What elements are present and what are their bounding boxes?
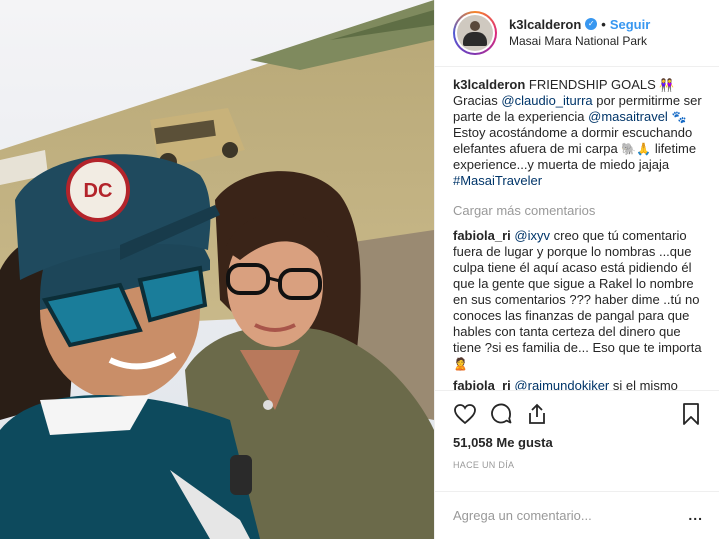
caption-comment: k3lcalderon FRIENDSHIP GOALS 👭 Gracias @… xyxy=(453,77,703,189)
more-options-icon[interactable]: ... xyxy=(688,507,703,523)
share-icon[interactable] xyxy=(525,402,549,426)
post-timestamp[interactable]: HACE UN DÍA xyxy=(453,460,703,470)
profile-picture xyxy=(457,14,493,51)
cap-logo: DC xyxy=(84,180,113,202)
header-text: k3lcalderon ✓ • Seguir Masai Mara Nation… xyxy=(509,16,650,50)
comment-text: creo que tú comentario fuera de lugar y … xyxy=(453,227,702,355)
separator-dot: • xyxy=(601,16,606,32)
girls-emoji-icon: 👭 xyxy=(659,77,675,92)
add-comment-bar: ... xyxy=(435,490,719,539)
heart-icon[interactable] xyxy=(453,402,477,426)
mention-link[interactable]: @ixyv xyxy=(514,228,550,243)
hashtag-link[interactable]: #MasaiTraveler xyxy=(453,173,542,188)
comment-username[interactable]: k3lcalderon xyxy=(453,77,525,92)
verified-badge-icon: ✓ xyxy=(585,18,598,31)
comment-icon[interactable] xyxy=(489,402,513,426)
post-actions: 51,058 Me gusta HACE UN DÍA xyxy=(435,390,719,491)
mention-link[interactable]: @claudio_iturra xyxy=(501,93,592,108)
elephant-pray-emoji-icon: 🐘🙏 xyxy=(621,141,652,156)
comments-list: k3lcalderon FRIENDSHIP GOALS 👭 Gracias @… xyxy=(435,67,719,391)
location-link[interactable]: Masai Mara National Park xyxy=(509,33,650,50)
comment-input[interactable] xyxy=(453,507,689,523)
person-pouting-emoji-icon: 🙎 xyxy=(453,356,468,371)
mention-link[interactable]: @masaitravel xyxy=(588,109,668,124)
comment-item: fabiola_ri @raimundokiker si el mismo ex… xyxy=(453,378,703,391)
comment-item: fabiola_ri @ixyv creo que tú comentario … xyxy=(453,228,703,372)
mention-link[interactable]: @raimundokiker xyxy=(514,378,609,391)
likes-count[interactable]: 51,058 Me gusta xyxy=(453,435,703,450)
comment-username[interactable]: fabiola_ri xyxy=(453,228,511,243)
username-link[interactable]: k3lcalderon xyxy=(509,16,581,33)
post-header: k3lcalderon ✓ • Seguir Masai Mara Nation… xyxy=(435,0,719,67)
bookmark-icon[interactable] xyxy=(679,402,703,426)
paw-emoji-icon: 🐾 xyxy=(671,109,687,124)
action-icons xyxy=(453,399,703,429)
load-more-comments-button[interactable]: Cargar más comentarios xyxy=(453,203,703,218)
follow-button[interactable]: Seguir xyxy=(610,16,650,33)
instagram-post-modal: DC k3lcalderon ✓ • Seguir Masai Mara Nat… xyxy=(0,0,719,539)
avatar[interactable] xyxy=(453,10,497,55)
selfie-image: DC xyxy=(0,0,434,539)
post-side-panel: k3lcalderon ✓ • Seguir Masai Mara Nation… xyxy=(434,0,719,539)
comment-username[interactable]: fabiola_ri xyxy=(453,378,511,391)
comment-text: FRIENDSHIP GOALS xyxy=(525,76,660,92)
comment-text: Gracias xyxy=(453,92,502,108)
post-photo[interactable]: DC xyxy=(0,0,434,539)
